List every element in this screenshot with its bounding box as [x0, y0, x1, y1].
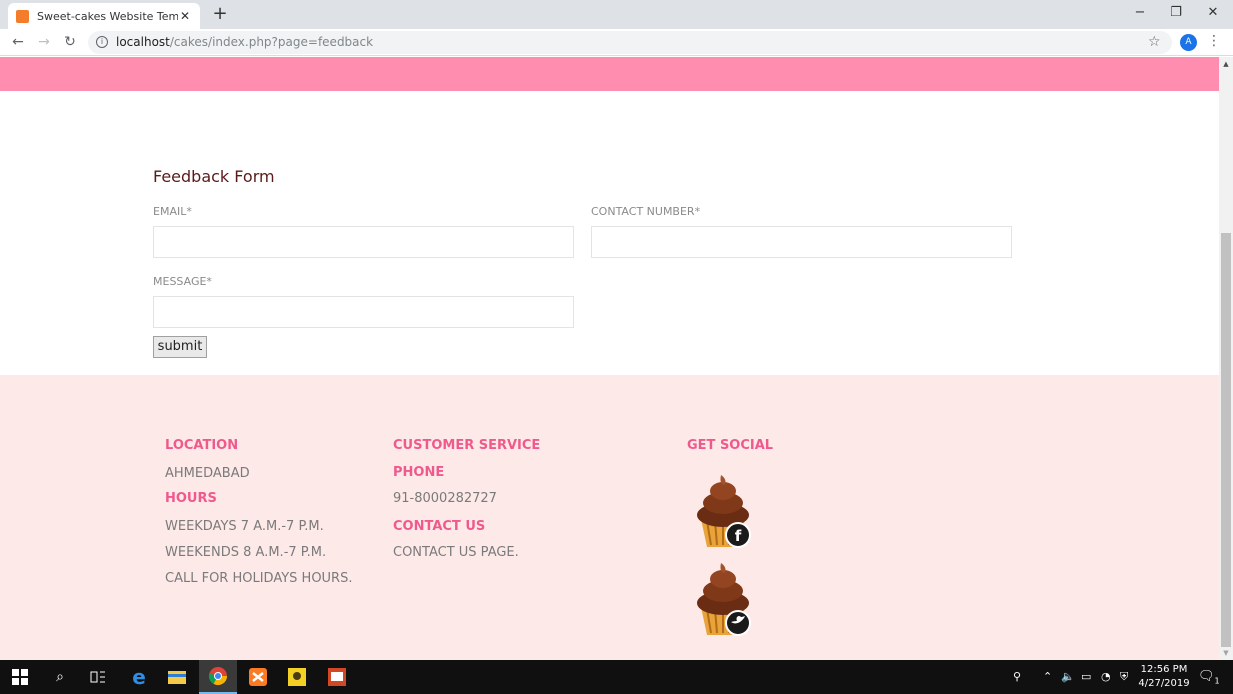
url-host: localhost — [116, 35, 170, 49]
facebook-icon[interactable]: f — [691, 471, 755, 551]
twitter-icon[interactable] — [691, 559, 755, 639]
submit-button[interactable]: submit — [153, 336, 207, 358]
contact-us-heading: CONTACT US — [393, 519, 486, 534]
scroll-down-arrow-icon[interactable]: ▼ — [1219, 646, 1233, 660]
windows-start-icon[interactable] — [8, 660, 32, 694]
customer-service-heading: CUSTOMER SERVICE — [393, 438, 541, 453]
menu-kebab-icon[interactable]: ⋮ — [1207, 33, 1221, 49]
contact-number-field[interactable] — [591, 226, 1012, 258]
phone-heading: PHONE — [393, 465, 445, 480]
clock-time: 12:56 PM — [1140, 664, 1188, 675]
scroll-up-arrow-icon[interactable]: ▲ — [1219, 57, 1233, 71]
show-hidden-icons-chevron-icon[interactable]: ⌃ — [1043, 660, 1052, 694]
email-label: EMAIL* — [153, 205, 192, 218]
tab-close-icon[interactable]: ✕ — [178, 9, 192, 23]
back-arrow-icon[interactable]: ← — [8, 32, 28, 52]
sticky-app-icon[interactable] — [284, 660, 310, 694]
location-heading: LOCATION — [165, 438, 239, 453]
restore-button[interactable]: ❐ — [1161, 3, 1191, 23]
url-path: /cakes/index.php?page=feedback — [169, 35, 374, 49]
clock-date: 4/27/2019 — [1138, 678, 1190, 689]
new-tab-button[interactable]: + — [210, 4, 230, 24]
page-scrollbar[interactable]: ▲ ▼ — [1219, 57, 1233, 660]
battery-icon[interactable]: ▭ — [1081, 660, 1091, 694]
hours-weekdays: WEEKDAYS 7 A.M.-7 P.M. — [165, 519, 324, 534]
reload-icon[interactable]: ↻ — [60, 32, 80, 52]
task-view-icon[interactable] — [86, 660, 110, 694]
browser-toolbar: ← → ↻ i localhost/cakes/index.php?page=f… — [0, 29, 1233, 56]
message-label: MESSAGE* — [153, 275, 212, 288]
hours-weekends: WEEKENDS 8 A.M.-7 P.M. — [165, 545, 327, 560]
hours-holidays: CALL FOR HOLIDAYS HOURS. — [165, 571, 353, 586]
get-social-heading: GET SOCIAL — [687, 438, 774, 453]
svg-text:f: f — [735, 527, 742, 545]
notification-count: 1 — [1214, 676, 1220, 686]
footer: LOCATION AHMEDABAD HOURS WEEKDAYS 7 A.M.… — [0, 375, 1219, 660]
close-window-button[interactable]: ✕ — [1198, 3, 1228, 23]
xampp-favicon-icon — [16, 9, 29, 23]
browser-tab-strip: Sweet-cakes Website Template | ✕ + − ❐ ✕ — [0, 0, 1233, 29]
header-pink-bar — [0, 57, 1219, 91]
chrome-icon[interactable] — [199, 660, 237, 694]
bookmark-star-icon[interactable]: ☆ — [1148, 34, 1161, 50]
xampp-icon[interactable] — [245, 660, 271, 694]
page-viewport: Feedback Form EMAIL* CONTACT NUMBER* MES… — [0, 57, 1219, 660]
tab-title: Sweet-cakes Website Template | — [37, 9, 178, 23]
phone-value: 91-8000282727 — [393, 491, 497, 506]
scroll-thumb[interactable] — [1221, 233, 1231, 647]
edge-browser-icon[interactable]: e — [126, 660, 152, 694]
taskbar-clock[interactable]: 12:56 PM 4/27/2019 — [1138, 663, 1190, 691]
screen: Sweet-cakes Website Template | ✕ + − ❐ ✕… — [0, 0, 1233, 694]
location-value: AHMEDABAD — [165, 466, 250, 481]
wifi-icon[interactable]: ◔ — [1101, 660, 1111, 694]
contact-number-label: CONTACT NUMBER* — [591, 205, 701, 218]
search-icon[interactable]: ⌕ — [48, 660, 72, 694]
profile-avatar[interactable]: A — [1180, 34, 1197, 51]
forward-arrow-icon[interactable]: → — [34, 32, 54, 52]
site-info-icon[interactable]: i — [96, 36, 108, 48]
volume-icon[interactable]: 🔈 — [1061, 660, 1075, 694]
feedback-form-title: Feedback Form — [153, 167, 275, 186]
contact-us-link[interactable]: CONTACT US PAGE. — [393, 545, 519, 560]
windows-taskbar: ⌕ e ⚲ ⌃ 🔈 ▭ ◔ ⛨ 12:56 PM 4/27/2019 🗨1 — [0, 660, 1233, 694]
browser-tab[interactable]: Sweet-cakes Website Template | ✕ — [8, 3, 200, 29]
minimize-button[interactable]: − — [1125, 3, 1155, 23]
presentation-app-icon[interactable] — [324, 660, 350, 694]
notification-center-icon[interactable]: 🗨1 — [1198, 660, 1220, 694]
people-icon[interactable]: ⚲ — [1013, 660, 1021, 694]
hours-heading: HOURS — [165, 491, 217, 506]
message-field[interactable] — [153, 296, 574, 328]
security-shield-icon[interactable]: ⛨ — [1120, 660, 1128, 694]
email-field[interactable] — [153, 226, 574, 258]
address-bar[interactable]: i localhost/cakes/index.php?page=feedbac… — [88, 31, 1172, 54]
file-explorer-icon[interactable] — [164, 660, 190, 694]
